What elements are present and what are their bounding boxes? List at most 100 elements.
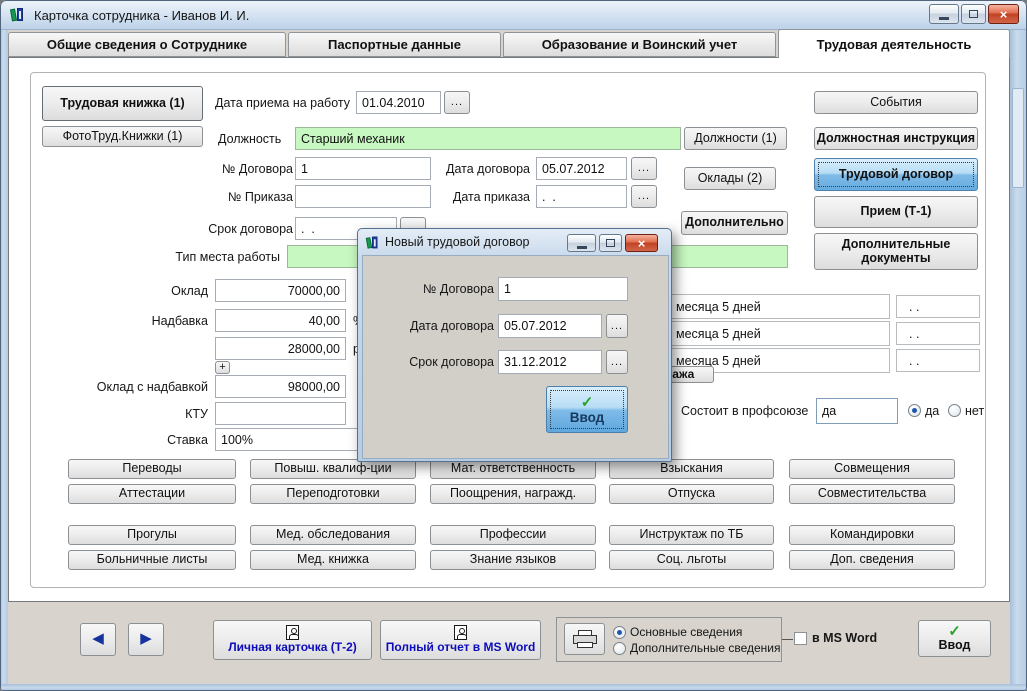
- experience-date-3[interactable]: . .: [896, 349, 980, 372]
- next-record-button[interactable]: ▶: [128, 623, 164, 656]
- footer-submit-button[interactable]: ✓ Ввод: [918, 620, 991, 657]
- hire-date-picker-button[interactable]: ...: [444, 91, 470, 114]
- experience-date-1[interactable]: . .: [896, 295, 980, 318]
- sick-leaves-button[interactable]: Больничные листы: [68, 550, 236, 570]
- salaries-button[interactable]: Оклады (2): [684, 167, 776, 190]
- photo-work-book-button[interactable]: ФотоТруд.Книжки (1): [42, 126, 203, 147]
- dialog-maximize-icon: [606, 239, 615, 247]
- bonus-label: Надбавка: [60, 314, 208, 328]
- union-yes-radio[interactable]: [908, 404, 921, 417]
- vacations-button[interactable]: Отпуска: [609, 484, 774, 504]
- print-button[interactable]: [564, 623, 605, 655]
- minimize-button[interactable]: [929, 4, 959, 24]
- hiring-t1-button[interactable]: Прием (Т-1): [814, 196, 978, 228]
- dialog-submit-button[interactable]: ✓ Ввод: [546, 386, 628, 433]
- labor-contract-button[interactable]: Трудовой договор: [814, 158, 978, 191]
- languages-button[interactable]: Знание языков: [430, 550, 596, 570]
- second-jobs-button[interactable]: Совместительства: [789, 484, 955, 504]
- ktu-field[interactable]: [215, 402, 346, 425]
- penalties-button[interactable]: Взыскания: [609, 459, 774, 479]
- tab-passport-data[interactable]: Паспортные данные: [288, 32, 501, 57]
- tab-general-info[interactable]: Общие сведения о Сотруднике: [8, 32, 286, 57]
- dialog-submit-label: Ввод: [570, 410, 605, 425]
- order-date-label: Дата приказа: [420, 190, 530, 204]
- rewards-button[interactable]: Поощрения, награжд.: [430, 484, 596, 504]
- maximize-icon: [969, 10, 978, 18]
- vertical-scrollbar-thumb[interactable]: [1012, 88, 1024, 188]
- dialog-title: Новый трудовой договор: [385, 235, 529, 249]
- order-no-label: № Приказа: [150, 190, 293, 204]
- new-contract-dialog: Новый трудовой договор × № Договора Дата…: [357, 228, 672, 462]
- dialog-maximize-button[interactable]: [599, 234, 622, 252]
- tab-labor-activity[interactable]: Трудовая деятельность: [778, 29, 1010, 58]
- dialog-check-icon: ✓: [581, 395, 594, 410]
- contract-date-field[interactable]: [536, 157, 627, 180]
- combinations-button[interactable]: Совмещения: [789, 459, 955, 479]
- union-field[interactable]: [816, 398, 898, 424]
- personal-card-t2-button[interactable]: Личная карточка (Т-2): [213, 620, 372, 660]
- work-book-button[interactable]: Трудовая книжка (1): [42, 86, 203, 121]
- salary-field[interactable]: [215, 279, 346, 302]
- maximize-button[interactable]: [961, 4, 986, 24]
- word-checkbox-label: в MS Word: [812, 631, 877, 645]
- full-report-label: Полный отчет в MS Word: [386, 641, 536, 654]
- bonus-percent-field[interactable]: [215, 309, 346, 332]
- dialog-books-icon: [366, 235, 380, 249]
- attestations-button[interactable]: Аттестации: [68, 484, 236, 504]
- retraining-button[interactable]: Переподготовки: [250, 484, 416, 504]
- business-trips-button[interactable]: Командировки: [789, 525, 955, 545]
- plus-button[interactable]: +: [215, 361, 230, 374]
- additional-info-radio[interactable]: [613, 642, 626, 655]
- contract-date-picker-button[interactable]: ...: [631, 157, 657, 180]
- tab-education-military[interactable]: Образование и Воинский учет: [503, 32, 776, 57]
- experience-date-2[interactable]: . .: [896, 322, 980, 345]
- social-benefits-button[interactable]: Соц. льготы: [609, 550, 774, 570]
- medical-book-button[interactable]: Мед. книжка: [250, 550, 416, 570]
- word-checkbox[interactable]: [794, 632, 807, 645]
- additional-button[interactable]: Дополнительно: [681, 211, 788, 235]
- material-responsibility-button[interactable]: Мат. ответственность: [430, 459, 596, 479]
- order-no-field[interactable]: [295, 185, 431, 208]
- dialog-contract-no-field[interactable]: [498, 277, 628, 301]
- medical-examinations-button[interactable]: Мед. обследования: [250, 525, 416, 545]
- main-info-radio[interactable]: [613, 626, 626, 639]
- dialog-contract-date-field[interactable]: [498, 314, 602, 338]
- dialog-minimize-button[interactable]: [567, 234, 596, 252]
- prev-record-button[interactable]: ◀: [80, 623, 116, 656]
- contract-no-label: № Договора: [150, 162, 293, 176]
- dialog-term-picker[interactable]: ...: [606, 350, 628, 374]
- hire-date-field[interactable]: [356, 91, 441, 114]
- additional-info-button[interactable]: Доп. сведения: [789, 550, 955, 570]
- contract-no-field[interactable]: [295, 157, 431, 180]
- positions-button[interactable]: Должности (1): [684, 127, 787, 150]
- contract-date-label: Дата договора: [420, 162, 530, 176]
- additional-documents-button[interactable]: Дополнительные документы: [814, 233, 978, 270]
- personal-card-label: Личная карточка (Т-2): [228, 641, 357, 654]
- safety-training-button[interactable]: Инструктаж по ТБ: [609, 525, 774, 545]
- professions-button[interactable]: Профессии: [430, 525, 596, 545]
- union-label: Состоит в профсоюзе: [681, 404, 808, 418]
- rate-field[interactable]: [215, 428, 361, 451]
- qualification-button[interactable]: Повыш. квалиф-ции: [250, 459, 416, 479]
- union-no-radio[interactable]: [948, 404, 961, 417]
- events-button[interactable]: События: [814, 91, 978, 114]
- printer-icon: [573, 630, 597, 649]
- title-bar[interactable]: Карточка сотрудника - Иванов И. И. ×: [0, 0, 1027, 30]
- order-date-field[interactable]: [536, 185, 627, 208]
- dialog-term-field[interactable]: [498, 350, 602, 374]
- transfers-button[interactable]: Переводы: [68, 459, 236, 479]
- hire-date-label: Дата приема на работу: [215, 96, 350, 110]
- dialog-close-icon: ×: [638, 236, 646, 251]
- full-report-word-button[interactable]: Полный отчет в MS Word: [380, 620, 541, 660]
- absences-button[interactable]: Прогулы: [68, 525, 236, 545]
- position-field[interactable]: [295, 127, 681, 150]
- job-description-button[interactable]: Должностная инструкция: [814, 127, 978, 150]
- order-date-picker-button[interactable]: ...: [631, 185, 657, 208]
- salary-total-label: Оклад с надбавкой: [40, 380, 208, 394]
- dialog-term-label: Срок договора: [363, 355, 494, 369]
- close-button[interactable]: ×: [988, 4, 1019, 24]
- dialog-close-button[interactable]: ×: [625, 234, 658, 252]
- dialog-contract-date-picker[interactable]: ...: [606, 314, 628, 338]
- bonus-rubles-field[interactable]: [215, 337, 346, 360]
- salary-total-field[interactable]: [215, 375, 346, 398]
